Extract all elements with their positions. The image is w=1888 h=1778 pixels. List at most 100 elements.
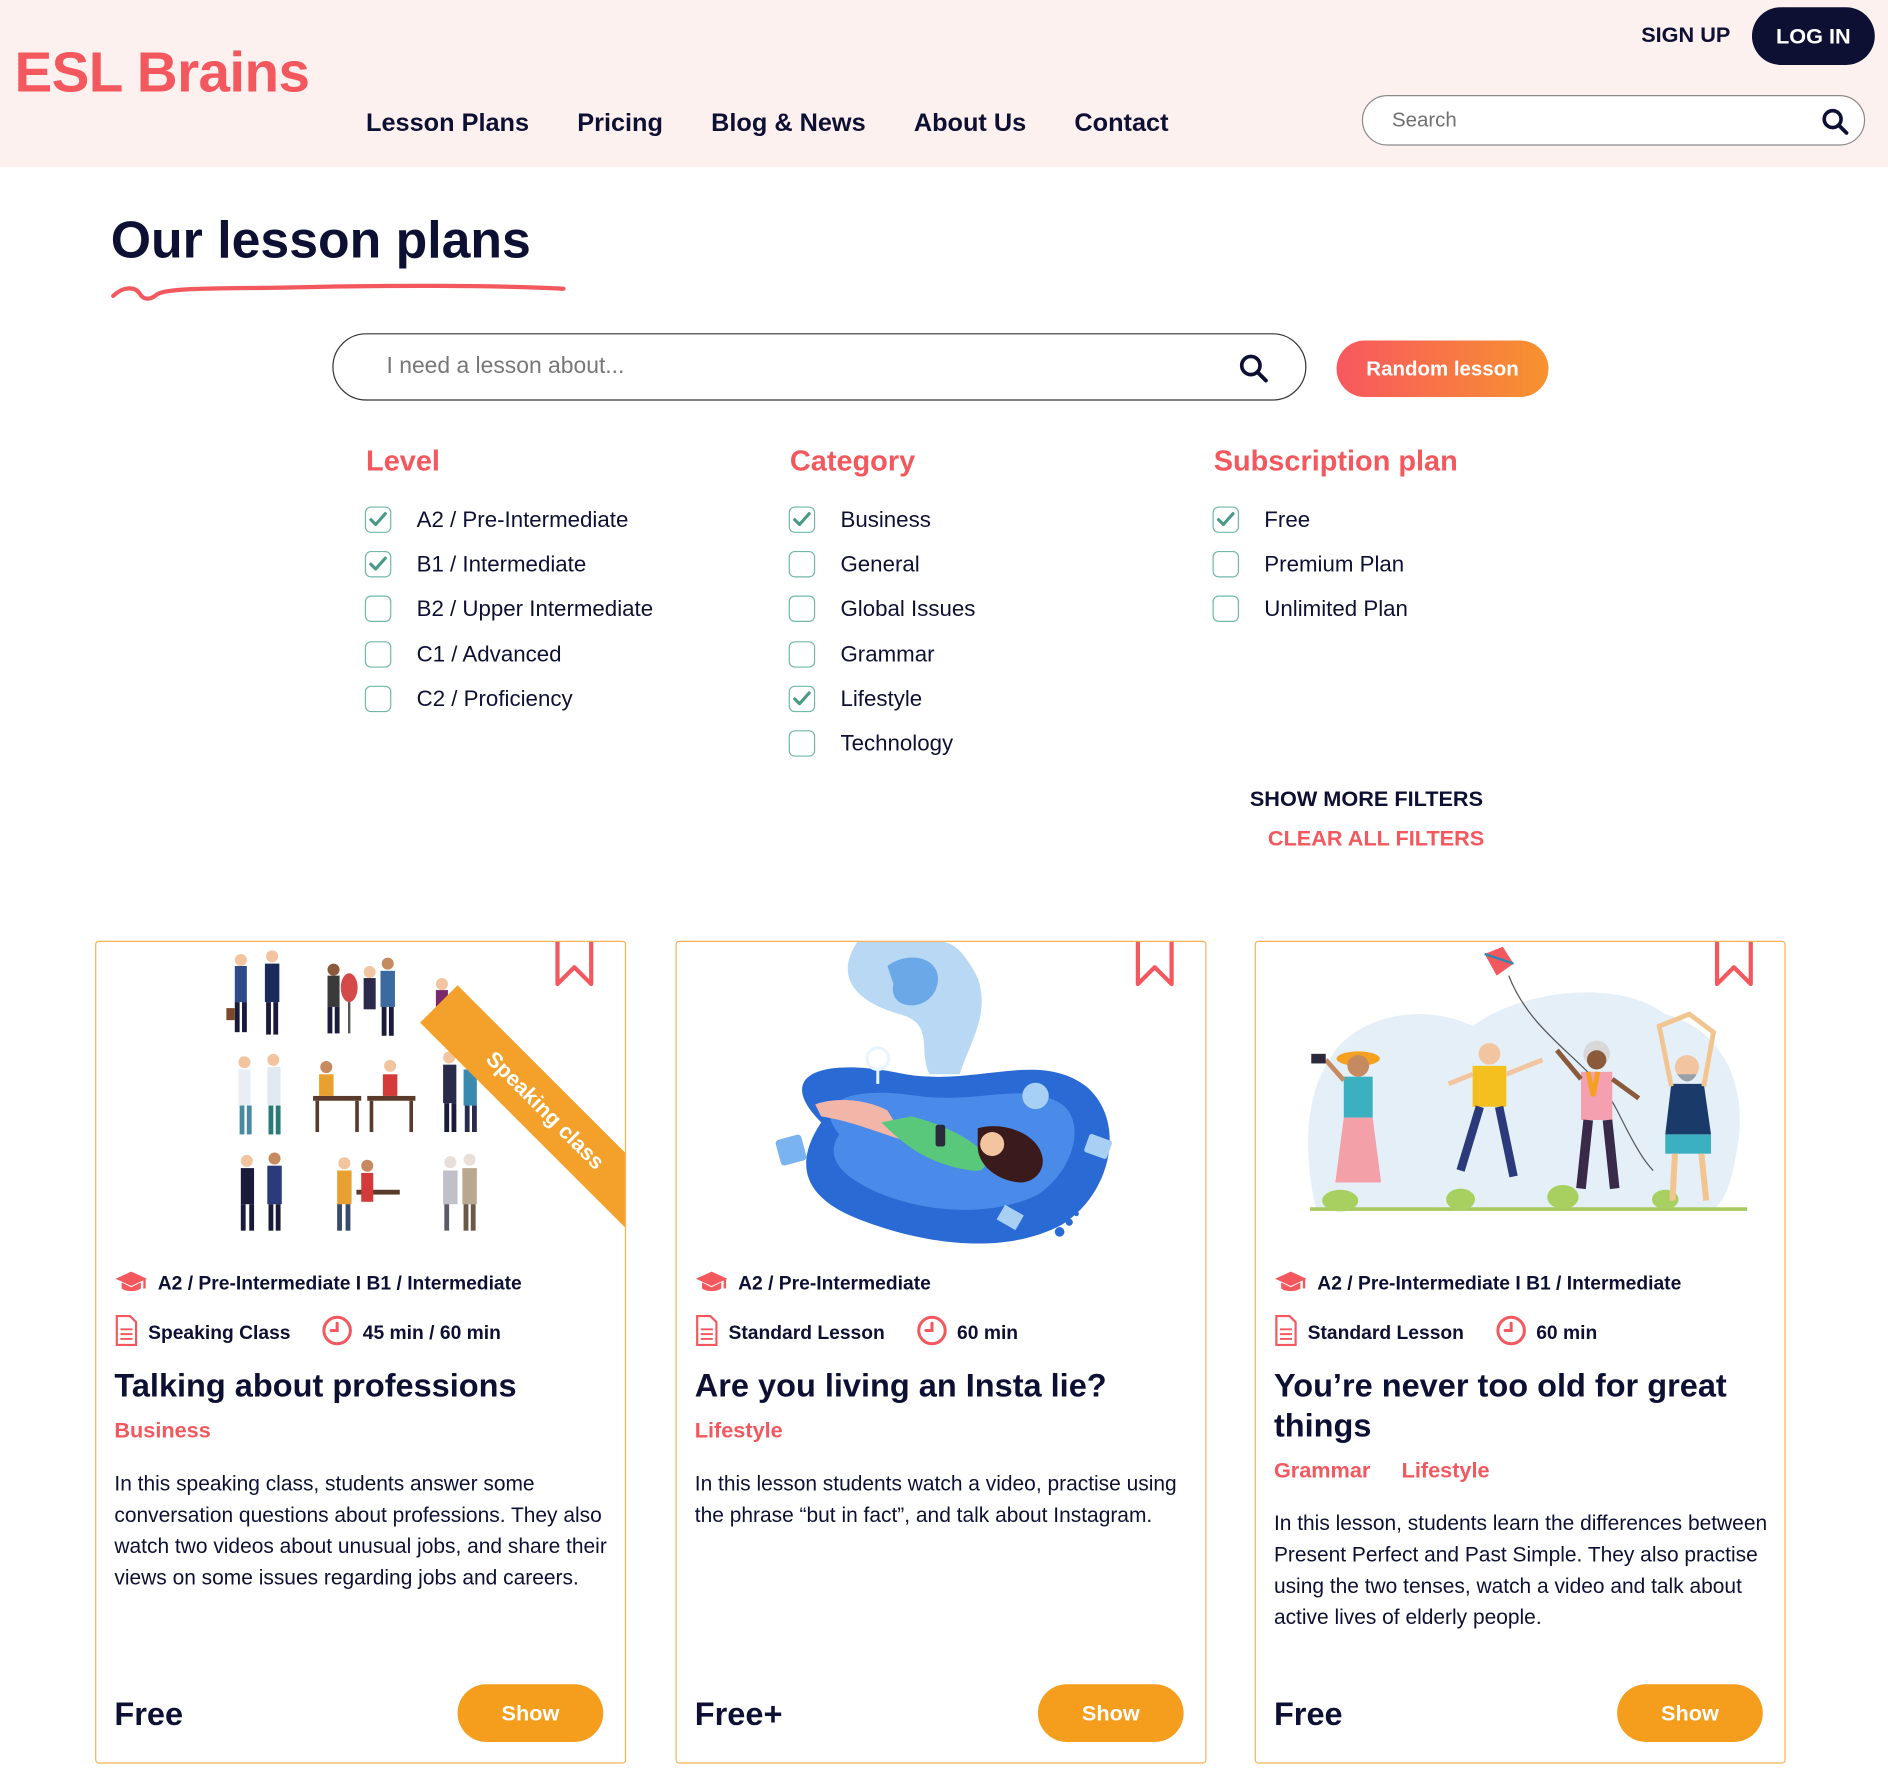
filter-option[interactable]: A2 / Pre-Intermediate — [364, 497, 653, 542]
checkbox[interactable] — [364, 640, 392, 668]
random-lesson-button[interactable]: Random lesson — [1336, 340, 1549, 397]
filter-category-options: Business General Global Issues Grammar Lifes… — [788, 497, 976, 766]
filter-option[interactable]: General — [788, 542, 976, 587]
lesson-description: In this lesson students watch a video, p… — [694, 1471, 1177, 1527]
site-header: ESL Brains Lesson Plans Pricing Blog & N… — [0, 0, 1888, 168]
site-logo[interactable]: ESL Brains — [14, 38, 309, 104]
checkbox[interactable] — [364, 506, 392, 533]
filter-option[interactable]: Technology — [788, 721, 976, 766]
title-underline — [111, 283, 566, 301]
lesson-card: A2 / Pre-Intermediate Standard Lesson 60… — [675, 940, 1207, 1764]
lesson-duration: 60 min — [957, 1322, 1019, 1344]
checkbox[interactable] — [1212, 595, 1240, 623]
checkmark-icon — [1216, 511, 1235, 526]
filter-category-heading: Category — [789, 445, 916, 478]
log-in-button[interactable]: LOG IN — [1751, 7, 1875, 65]
show-button[interactable]: Show — [457, 1684, 604, 1742]
filter-option-label: B2 / Upper Intermediate — [416, 595, 654, 622]
lesson-type: Standard Lesson — [1307, 1322, 1464, 1344]
checkbox[interactable] — [788, 550, 816, 578]
lesson-meta: Standard Lesson 60 min — [1274, 1314, 1597, 1352]
lesson-meta: Standard Lesson 60 min — [695, 1314, 1019, 1352]
checkbox[interactable] — [1212, 506, 1240, 533]
checkbox[interactable] — [788, 685, 816, 712]
lesson-categories: Business — [114, 1418, 210, 1443]
filter-plan-options: Free Premium Plan Unlimited Plan — [1212, 497, 1458, 632]
show-button[interactable]: Show — [1617, 1684, 1763, 1742]
bookmark-icon[interactable] — [1713, 941, 1754, 994]
lesson-levels: A2 / Pre-Intermediate — [695, 1269, 931, 1299]
lesson-title[interactable]: Talking about professions — [114, 1367, 596, 1407]
filter-option[interactable]: Lifestyle — [788, 676, 976, 721]
filter-option-label: Lifestyle — [840, 685, 923, 711]
nav-lesson-plans[interactable]: Lesson Plans — [366, 109, 529, 138]
lesson-category[interactable]: Grammar — [1274, 1458, 1370, 1483]
filter-option[interactable]: Grammar — [788, 631, 976, 676]
filter-option[interactable]: B2 / Upper Intermediate — [364, 587, 654, 632]
checkbox[interactable] — [788, 730, 816, 757]
filter-option[interactable]: B1 / Intermediate — [364, 542, 653, 587]
document-icon — [1274, 1314, 1298, 1352]
checkbox[interactable] — [364, 550, 392, 578]
filter-option[interactable]: Free — [1212, 497, 1458, 542]
lesson-description: In this speaking class, students answer … — [114, 1471, 607, 1590]
nav-contact[interactable]: Contact — [1074, 109, 1168, 138]
search-icon[interactable] — [1821, 107, 1850, 142]
filter-option-label: C1 / Advanced — [416, 640, 562, 666]
filter-option[interactable]: Unlimited Plan — [1212, 587, 1458, 632]
lesson-levels-text: A2 / Pre-Intermediate — [738, 1273, 931, 1294]
header-search — [1361, 95, 1866, 146]
lesson-title[interactable]: You’re never too old for great things — [1274, 1367, 1756, 1446]
document-icon — [695, 1314, 719, 1352]
nav-pricing[interactable]: Pricing — [577, 109, 663, 138]
lesson-description: In this lesson, students learn the diffe… — [1273, 1510, 1768, 1629]
lesson-search — [332, 333, 1307, 401]
bookmark-icon[interactable] — [554, 941, 595, 994]
show-button[interactable]: Show — [1037, 1684, 1184, 1742]
bookmark-icon[interactable] — [1134, 941, 1175, 994]
filter-option-label: C2 / Proficiency — [416, 685, 573, 711]
filter-level-options: A2 / Pre-Intermediate B1 / Intermediate B2… — [364, 497, 654, 721]
filter-option[interactable]: C2 / Proficiency — [364, 676, 653, 721]
filter-level: Level A2 / Pre-Intermediate B1 / Intermed… — [364, 445, 654, 721]
checkbox[interactable] — [1212, 550, 1240, 578]
checkbox[interactable] — [364, 595, 392, 623]
nav-blog-news[interactable]: Blog & News — [711, 109, 866, 138]
clock-icon — [322, 1315, 353, 1352]
clear-all-filters-link[interactable]: CLEAR ALL FILTERS — [1268, 826, 1484, 851]
insta-illustration — [775, 941, 1113, 1244]
lesson-categories: Grammar Lifestyle — [1274, 1458, 1490, 1483]
filter-option[interactable]: Business — [788, 497, 976, 542]
filter-option-label: A2 / Pre-Intermediate — [416, 506, 629, 532]
checkmark-icon — [793, 691, 811, 706]
checkbox[interactable] — [788, 640, 816, 668]
checkbox[interactable] — [788, 506, 816, 533]
filter-option[interactable]: C1 / Advanced — [364, 631, 653, 676]
lesson-category[interactable]: Business — [114, 1418, 210, 1443]
checkmark-icon — [369, 556, 387, 571]
filter-plan-heading: Subscription plan — [1213, 445, 1458, 478]
filter-option[interactable]: Global Issues — [788, 587, 975, 632]
header-search-input[interactable] — [1389, 107, 1792, 134]
sign-up-link[interactable]: SIGN UP — [1641, 23, 1730, 48]
lesson-search-input[interactable] — [384, 352, 1208, 382]
filter-option-label: General — [840, 550, 920, 577]
lesson-title[interactable]: Are you living an Insta lie? — [695, 1367, 1177, 1407]
lesson-category[interactable]: Lifestyle — [695, 1418, 783, 1443]
document-icon — [114, 1314, 138, 1352]
show-more-filters-link[interactable]: SHOW MORE FILTERS — [1250, 787, 1483, 812]
checkbox[interactable] — [364, 685, 392, 712]
nav-about-us[interactable]: About Us — [914, 109, 1026, 138]
lesson-levels: A2 / Pre-Intermediate I B1 / Intermediat… — [1274, 1269, 1681, 1299]
lesson-price: Free — [114, 1696, 184, 1733]
filter-option-label: Unlimited Plan — [1264, 595, 1408, 622]
lesson-type: Speaking Class — [148, 1322, 291, 1344]
main-nav: Lesson Plans Pricing Blog & News About U… — [366, 109, 1217, 138]
lesson-category[interactable]: Lifestyle — [1402, 1458, 1490, 1483]
filter-plan: Subscription plan Free Premium Plan Unlimi… — [1212, 445, 1458, 632]
filter-option[interactable]: Premium Plan — [1212, 542, 1458, 587]
filter-option-label: B1 / Intermediate — [416, 550, 587, 577]
checkbox[interactable] — [788, 595, 816, 623]
clock-icon — [916, 1315, 947, 1352]
search-icon[interactable] — [1238, 352, 1269, 389]
